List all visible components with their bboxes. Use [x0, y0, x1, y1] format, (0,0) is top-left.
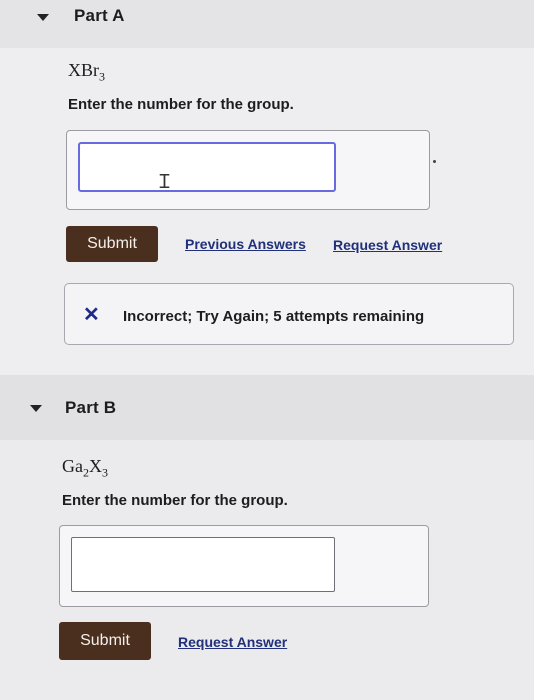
collapse-caret-icon[interactable]: [30, 405, 42, 412]
part-b-submit-button[interactable]: Submit: [59, 622, 151, 660]
part-a-answer-box: Ｉ: [66, 130, 436, 210]
part-a-submit-button[interactable]: Submit: [66, 226, 158, 262]
text-cursor-icon: Ｉ: [155, 171, 175, 193]
part-b-request-answer-link[interactable]: Request Answer: [178, 634, 287, 650]
part-a-answer-input[interactable]: [78, 142, 336, 192]
part-a-request-answer-link[interactable]: Request Answer: [333, 237, 442, 253]
part-b-prompt: Enter the number for the group.: [62, 492, 288, 509]
formula-text: X: [89, 456, 102, 476]
feedback-panel: ✕ Incorrect; Try Again; 5 attempts remai…: [64, 283, 514, 345]
collapse-caret-icon[interactable]: [37, 14, 49, 21]
part-a-formula: XBr3: [68, 60, 105, 85]
part-a-prompt: Enter the number for the group.: [68, 96, 294, 113]
part-a-title: Part A: [74, 6, 125, 25]
formula-text: Ga: [62, 456, 83, 476]
feedback-text: Incorrect; Try Again; 5 attempts remaini…: [123, 308, 425, 325]
part-b-answer-box: [59, 525, 429, 607]
part-b-title: Part B: [65, 398, 117, 417]
formula-subscript: 3: [99, 69, 105, 84]
formula-subscript: 3: [102, 465, 108, 480]
previous-answers-link[interactable]: Previous Answers: [185, 236, 306, 252]
status-dot-icon: [433, 160, 436, 163]
formula-text: XBr: [68, 60, 99, 80]
part-b-formula: Ga2X3: [62, 456, 108, 481]
incorrect-x-icon: ✕: [83, 304, 100, 326]
part-b-answer-input[interactable]: [71, 537, 335, 592]
